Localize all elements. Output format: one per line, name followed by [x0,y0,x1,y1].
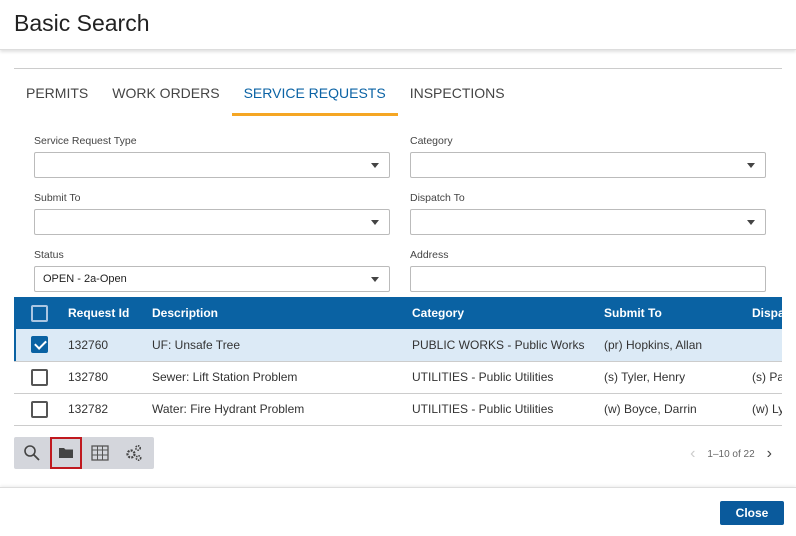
grid-icon [91,445,109,461]
cell-category: UTILITIES - Public Utilities [412,393,604,426]
cell-dispatch-to [752,329,782,362]
tab-permits[interactable]: PERMITS [14,80,100,116]
dispatch-to-label: Dispatch To [410,192,465,204]
caret-down-icon [371,163,379,168]
caret-down-icon [747,220,755,225]
dialog-header: Basic Search [0,0,796,50]
category-select[interactable] [410,152,766,178]
table-row[interactable]: 132782 Water: Fire Hydrant Problem UTILI… [14,393,782,426]
caret-down-icon [371,220,379,225]
cell-category: PUBLIC WORKS - Public Works [412,329,604,362]
address-input[interactable] [410,266,766,292]
search-button[interactable] [16,437,48,469]
column-header-category[interactable]: Category [412,297,604,329]
dialog-title: Basic Search [14,10,150,36]
cell-description: Water: Fire Hydrant Problem [152,393,412,426]
next-page-icon[interactable]: › [767,445,772,463]
address-label: Address [410,249,449,261]
tab-work-orders[interactable]: WORK ORDERS [100,80,231,116]
settings-button[interactable] [118,437,150,469]
column-header-request-id[interactable]: Request Id [68,297,152,329]
column-header-dispatch-to[interactable]: Dispatch To [752,297,782,329]
cell-description: Sewer: Lift Station Problem [152,361,412,394]
table-header-row: Request Id Description Category Submit T… [14,297,782,329]
page-range: 1–10 of 22 [707,448,755,460]
dispatch-to-select[interactable] [410,209,766,235]
submit-to-label: Submit To [34,192,81,204]
cell-request-id: 132760 [68,329,152,362]
pagination: ‹ 1–10 of 22 › [690,445,772,463]
divider [14,68,782,69]
table-row[interactable]: 132760 UF: Unsafe Tree PUBLIC WORKS - Pu… [14,329,782,362]
cell-dispatch-to: (s) Pa [752,361,782,394]
category-label: Category [410,135,453,147]
columns-button[interactable] [84,437,116,469]
cell-request-id: 132780 [68,361,152,394]
tab-bar: PERMITS WORK ORDERS SERVICE REQUESTS INS… [14,80,517,116]
service-request-type-select[interactable] [34,152,390,178]
dialog-footer [0,487,796,536]
status-value: OPEN - 2a-Open [43,273,127,285]
table-row[interactable]: 132780 Sewer: Lift Station Problem UTILI… [14,361,782,394]
cell-category: UTILITIES - Public Utilities [412,361,604,394]
row-checkbox[interactable] [31,400,48,418]
caret-down-icon [747,163,755,168]
close-button[interactable]: Close [720,501,784,525]
cell-dispatch-to: (w) Ly [752,393,782,426]
cell-submit-to: (pr) Hopkins, Allan [604,329,752,362]
cell-submit-to: (w) Boyce, Darrin [604,393,752,426]
caret-down-icon [371,277,379,282]
gears-icon [126,444,142,462]
results-toolbar [14,437,154,469]
results-table: Request Id Description Category Submit T… [14,297,782,426]
cell-request-id: 132782 [68,393,152,426]
cell-submit-to: (s) Tyler, Henry [604,361,752,394]
column-header-description[interactable]: Description [152,297,412,329]
row-checkbox[interactable] [31,336,48,354]
folder-button[interactable] [50,437,82,469]
folder-icon [59,448,73,458]
service-request-type-label: Service Request Type [34,135,137,147]
tab-inspections[interactable]: INSPECTIONS [398,80,517,116]
select-all-checkbox[interactable] [31,304,48,322]
submit-to-select[interactable] [34,209,390,235]
status-select[interactable]: OPEN - 2a-Open [34,266,390,292]
cell-description: UF: Unsafe Tree [152,329,412,362]
search-icon [24,445,40,461]
row-checkbox[interactable] [31,368,48,386]
status-label: Status [34,249,64,261]
tab-service-requests[interactable]: SERVICE REQUESTS [231,80,398,116]
column-header-submit-to[interactable]: Submit To [604,297,752,329]
prev-page-icon[interactable]: ‹ [690,445,695,463]
